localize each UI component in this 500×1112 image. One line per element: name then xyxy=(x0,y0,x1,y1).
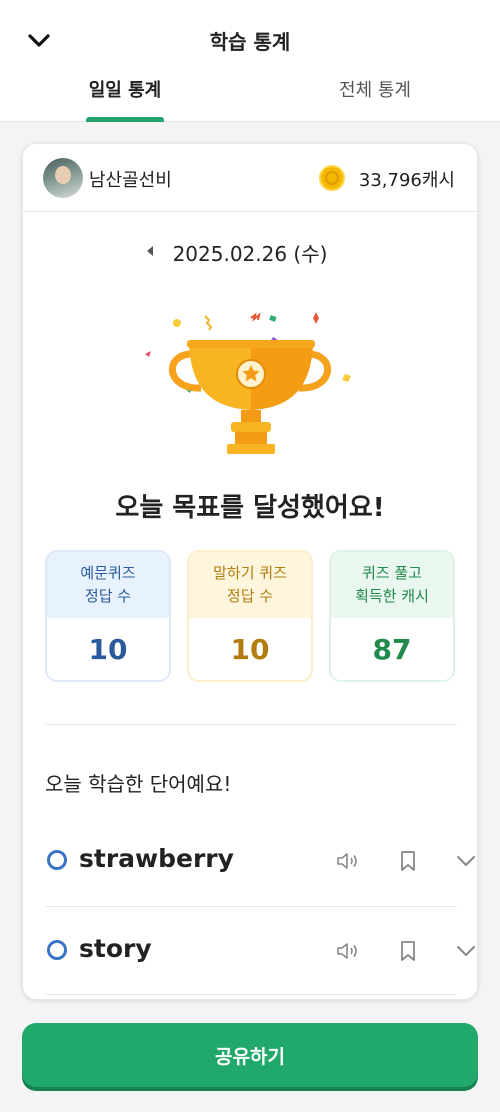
word-status-circle[interactable] xyxy=(47,940,67,960)
goal-achieved-message: 오늘 목표를 달성했어요! xyxy=(115,493,385,523)
tab-label: 전체 통계 xyxy=(339,80,411,101)
stat-card-cash-earned: 퀴즈 풀고 획득한 캐시 87 xyxy=(329,550,455,682)
date-label: 2025.02.26 (수) xyxy=(172,242,328,266)
tab-label: 일일 통계 xyxy=(88,80,162,101)
divider xyxy=(45,724,457,725)
share-button[interactable]: 공유하기 xyxy=(22,1023,478,1087)
page-title: 학습 통계 xyxy=(209,30,291,54)
trophy-icon xyxy=(145,312,351,454)
active-tab-indicator xyxy=(86,117,164,122)
bookmark-icon[interactable] xyxy=(395,848,421,874)
stat-label: 말하기 퀴즈 정답 수 xyxy=(189,552,311,618)
word-text: story xyxy=(79,934,152,963)
stat-label: 예문퀴즈 정답 수 xyxy=(47,552,169,618)
stat-value: 87 xyxy=(331,618,453,680)
stat-value: 10 xyxy=(189,618,311,680)
tab-daily-stats[interactable]: 일일 통계 xyxy=(0,76,250,122)
top-bar: 학습 통계 일일 통계 전체 통계 xyxy=(0,0,500,122)
cash-balance: 33,796캐시 xyxy=(358,170,455,191)
coin-icon xyxy=(319,165,345,191)
stat-value: 10 xyxy=(47,618,169,680)
stat-card-speaking-quiz: 말하기 퀴즈 정답 수 10 xyxy=(187,550,313,682)
word-status-circle[interactable] xyxy=(47,850,67,870)
list-item: strawberry xyxy=(45,822,475,902)
tab-total-stats[interactable]: 전체 통계 xyxy=(250,76,500,122)
word-text: strawberry xyxy=(79,844,234,873)
divider xyxy=(45,994,457,995)
divider xyxy=(45,906,457,907)
speaker-icon[interactable] xyxy=(335,848,361,874)
bookmark-icon[interactable] xyxy=(395,938,421,964)
profile-bar: 남산골선비 33,796캐시 xyxy=(23,144,477,212)
chevron-down-icon[interactable] xyxy=(453,848,477,874)
speaker-icon[interactable] xyxy=(335,938,361,964)
chevron-down-icon[interactable] xyxy=(453,938,477,964)
avatar xyxy=(43,158,83,198)
stat-label: 퀴즈 풀고 획득한 캐시 xyxy=(331,552,453,618)
words-section-title: 오늘 학습한 단어예요! xyxy=(45,772,232,796)
list-item: story xyxy=(45,912,475,992)
daily-stats-card: 남산골선비 33,796캐시 2025.02.26 (수) 오늘 목표를 달성했… xyxy=(22,143,478,1000)
stat-card-example-quiz: 예문퀴즈 정답 수 10 xyxy=(45,550,171,682)
username: 남산골선비 xyxy=(89,170,172,191)
